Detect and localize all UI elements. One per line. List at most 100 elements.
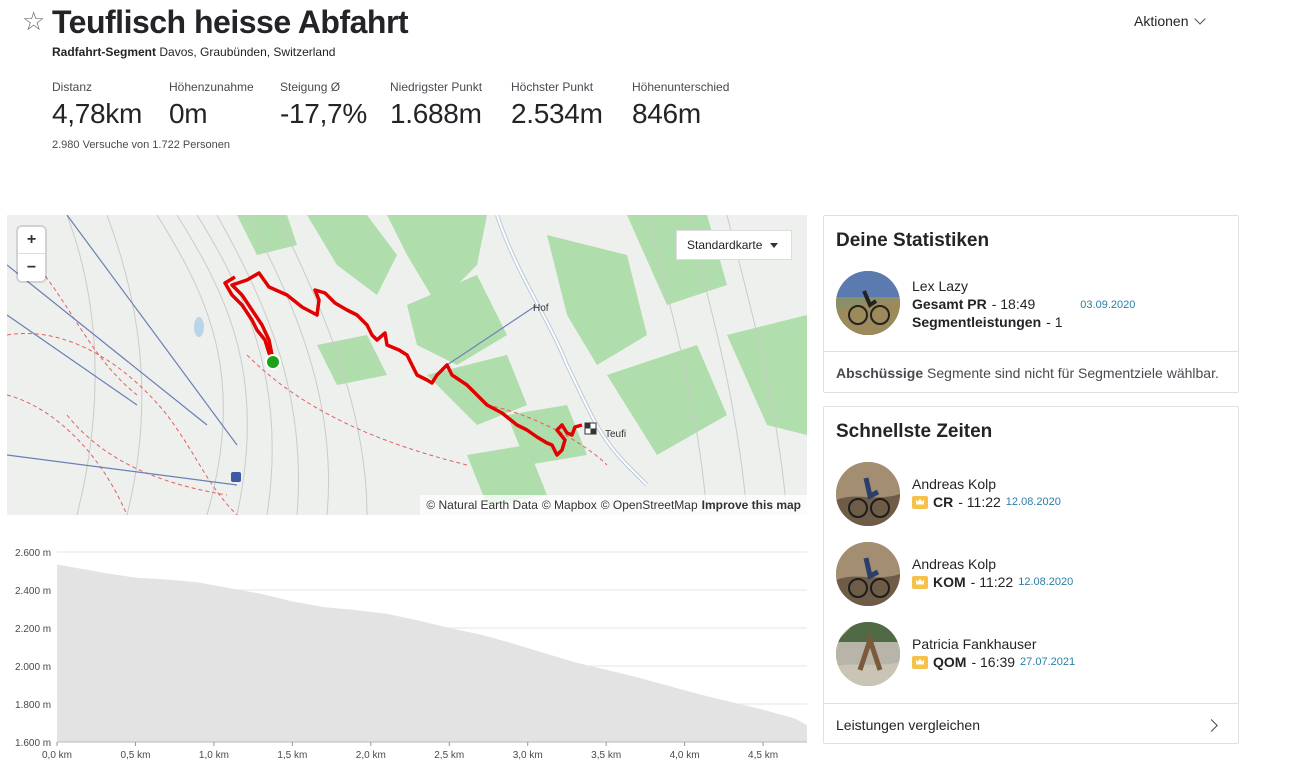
leader-date[interactable]: 12.08.2020 [1018,576,1073,588]
y-tick-label: 2.600 m [15,548,51,559]
y-tick-label: 1.600 m [15,738,51,749]
leader-name[interactable]: Patricia Fankhauser [912,636,1037,652]
leader-time: - 11:22 [970,574,1014,590]
y-tick-label: 2.400 m [15,586,51,597]
personal-record: Gesamt PR - 18:49 03.09.2020 [912,296,1135,312]
leader-badge: CR [933,494,954,510]
avatar-photo [836,622,900,686]
leader-badge: KOM [933,574,966,590]
stat-label: Höhenzunahme [169,80,254,94]
x-tick-label: 0,0 km [42,750,72,761]
crown-icon [912,575,928,589]
x-tick-label: 3,5 km [591,750,621,761]
attrib-mapbox[interactable]: © Mapbox [542,498,597,512]
stat-label: Niedrigster Punkt [390,80,483,94]
zoom-out-button[interactable]: − [18,254,45,281]
avatar-photo [836,542,900,606]
map-type-label: Standardkarte [687,238,763,252]
y-tick-label: 1.800 m [15,700,51,711]
segment-subtitle: Radfahrt-Segment Davos, Graubünden, Swit… [52,45,335,59]
stat-label: Steigung Ø [280,80,341,94]
map-type-dropdown[interactable]: Standardkarte [676,230,792,260]
leader-record: CR - 11:22 12.08.2020 [912,494,1061,510]
elevation-area [57,564,807,742]
avatar[interactable] [836,622,900,686]
chevron-down-icon [1194,12,1207,25]
pr-label: Gesamt PR [912,296,987,312]
avatar-photo [836,462,900,526]
fastest-times-title: Schnellste Zeiten [836,421,993,442]
chevron-right-icon [1205,719,1218,732]
note-text: Segmente sind nicht für Segmentziele wäh… [927,365,1219,381]
actions-menu[interactable]: Aktionen [1134,12,1207,29]
athlete-name[interactable]: Lex Lazy [912,278,968,294]
segment-map[interactable]: Hof Teufi + − Standardkarte © Natural Ea… [7,215,807,515]
leader-name[interactable]: Andreas Kolp [912,476,996,492]
map-attribution: © Natural Earth Data © Mapbox © OpenStre… [420,495,807,515]
segment-location: Davos, Graubünden, Switzerland [159,45,336,59]
lake [194,317,204,337]
avatar[interactable] [836,462,900,526]
stat-label: Distanz [52,80,93,94]
attrib-natural-earth[interactable]: © Natural Earth Data [426,498,538,512]
elevation-chart[interactable]: 2.600 m 2.400 m 2.200 m 2.000 m 1.800 m 1.600… [7,540,807,766]
stat-highest-point: Höchster Punkt 2.534m [511,80,632,130]
leader-badge: QOM [933,654,967,670]
stat-label: Höchster Punkt [511,80,594,94]
my-stats-card: Deine Statistiken Lex Lazy Gesamt PR - 1… [823,215,1239,393]
leader-record: QOM - 16:39 27.07.2021 [912,654,1075,670]
compare-label: Leistungen vergleichen [836,717,980,733]
stat-value: -17,7% [280,98,367,129]
avatar-photo [836,271,900,335]
x-tick-label: 1,0 km [199,750,229,761]
stat-distance: Distanz 4,78km [52,80,169,130]
x-tick-label: 2,5 km [434,750,464,761]
leader-record: KOM - 11:22 12.08.2020 [912,574,1073,590]
compare-efforts-link[interactable]: Leistungen vergleichen [824,703,1238,746]
efforts-value: - 1 [1046,314,1063,330]
avatar[interactable] [836,542,900,606]
start-marker [265,354,281,370]
y-tick-label: 2.200 m [15,624,51,635]
leader-date[interactable]: 27.07.2021 [1020,656,1075,668]
stat-value: 2.534m [511,98,603,129]
x-tick-label: 1,5 km [277,750,307,761]
stat-label: Höhenunterschied [632,80,730,94]
avatar[interactable] [836,271,900,335]
map-label-teufi: Teufi [605,429,627,440]
map-canvas [7,215,807,515]
crown-icon [912,495,928,509]
zoom-controls: + − [18,227,45,281]
x-tick-label: 3,0 km [513,750,543,761]
efforts-label: Segmentleistungen [912,314,1042,330]
leader-time: - 16:39 [971,654,1016,670]
stat-value: 846m [632,98,701,129]
pr-date[interactable]: 03.09.2020 [1080,299,1135,311]
segment-efforts: Segmentleistungen - 1 [912,314,1062,330]
attrib-osm[interactable]: © OpenStreetMap [601,498,698,512]
map-label-hof: Hof [533,303,549,314]
stat-elevation-gain: Höhenzunahme 0m [169,80,280,130]
caret-down-icon [770,242,779,248]
descending-note: Abschüssige Segmente sind nicht für Segm… [824,351,1238,394]
lift-station-icon [231,472,241,482]
x-tick-label: 0,5 km [120,750,150,761]
my-stats-title: Deine Statistiken [836,230,990,251]
leader-date[interactable]: 12.08.2020 [1006,496,1061,508]
star-icon[interactable]: ☆ [22,8,45,34]
segment-type: Radfahrt-Segment [52,45,157,59]
crown-icon [912,655,928,669]
stat-value: 1.688m [390,98,482,129]
stat-lowest-point: Niedrigster Punkt 1.688m [390,80,511,130]
zoom-in-button[interactable]: + [18,227,45,254]
attrib-improve-link[interactable]: Improve this map [702,498,801,512]
page-title: Teuflisch heisse Abfahrt [52,4,409,40]
pr-value: - 18:49 [991,296,1036,312]
leader-name[interactable]: Andreas Kolp [912,556,996,572]
attempts-text: 2.980 Versuche von 1.722 Personen [52,139,230,151]
segment-stats: Distanz 4,78km Höhenzunahme 0m Steigung … [52,80,762,130]
note-bold: Abschüssige [836,365,924,381]
leader-time: - 11:22 [958,494,1001,510]
stat-value: 0m [169,98,208,129]
actions-label: Aktionen [1134,13,1189,29]
